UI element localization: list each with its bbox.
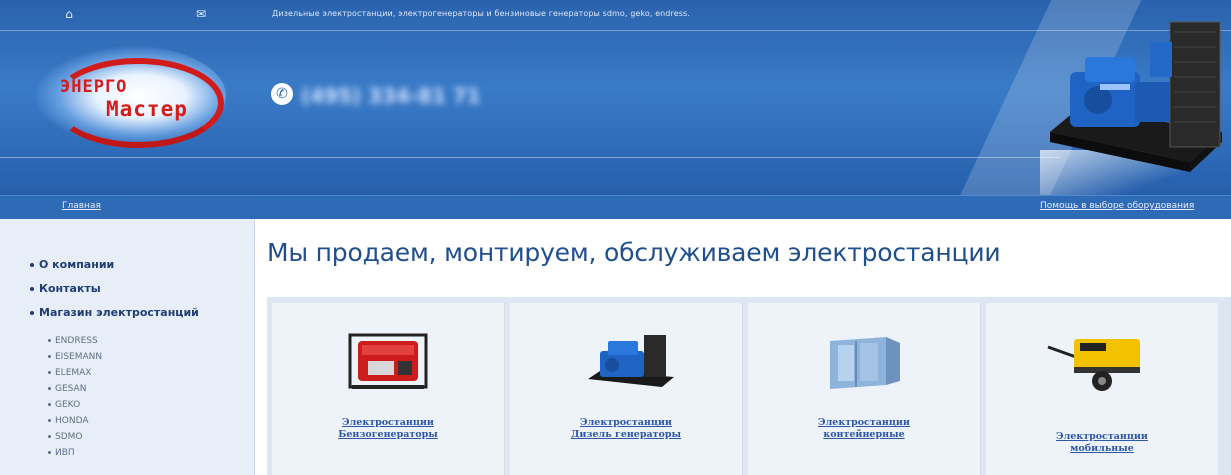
sidebar-item-about[interactable]: О компании bbox=[30, 258, 114, 271]
logo-text-master: Мастер bbox=[106, 97, 188, 121]
nav-bar: Главная Помощь в выборе оборудования bbox=[0, 195, 1231, 219]
category-link-container[interactable]: Электростанции контейнерные bbox=[748, 417, 980, 441]
site-tagline: Дизельные электростанции, электрогенерат… bbox=[272, 9, 690, 18]
category-link-mobile[interactable]: Электростанции мобильные bbox=[986, 431, 1218, 455]
logo-text-energo: ЭНЕРГО bbox=[60, 77, 128, 97]
container-station-image[interactable] bbox=[804, 327, 924, 395]
nav-help-link[interactable]: Помощь в выборе оборудования bbox=[1040, 201, 1194, 211]
category-link-petrol[interactable]: Электростанции Бензогенераторы bbox=[272, 417, 504, 441]
diesel-generator-image[interactable] bbox=[566, 327, 686, 395]
nav-home-link[interactable]: Главная bbox=[62, 201, 101, 211]
brand-item-endress[interactable]: ENDRESS bbox=[48, 336, 98, 346]
diesel-genset-image bbox=[1050, 21, 1222, 172]
mobile-generator-image[interactable] bbox=[1042, 327, 1162, 395]
page-title: Мы продаем, монтируем, обслуживаем элект… bbox=[267, 238, 1001, 267]
sidebar: О компании Контакты Магазин электростанц… bbox=[0, 219, 255, 475]
phone-icon: ✆ bbox=[271, 83, 293, 105]
mail-icon[interactable]: ✉ bbox=[192, 6, 210, 22]
brand-item-geko[interactable]: GEKO bbox=[48, 400, 80, 410]
category-card-petrol[interactable]: Электростанции Бензогенераторы bbox=[272, 303, 505, 475]
home-icon[interactable]: ⌂ bbox=[60, 6, 78, 22]
category-panels: Электростанции Бензогенераторы Электрост… bbox=[267, 297, 1231, 475]
sidebar-item-shop[interactable]: Магазин электростанций bbox=[30, 306, 199, 319]
category-card-diesel[interactable]: Электростанции Дизель генераторы bbox=[510, 303, 743, 475]
brand-item-eisemann[interactable]: EISEMANN bbox=[48, 352, 102, 362]
category-card-container[interactable]: Электростанции контейнерные bbox=[748, 303, 981, 475]
phone-number: (495) 334-81 71 bbox=[301, 84, 481, 108]
brand-item-gesan[interactable]: GESAN bbox=[48, 384, 86, 394]
brand-item-elemax[interactable]: ELEMAX bbox=[48, 368, 91, 378]
sidebar-item-contacts[interactable]: Контакты bbox=[30, 282, 101, 295]
category-link-diesel[interactable]: Электростанции Дизель генераторы bbox=[510, 417, 742, 441]
petrol-generator-image[interactable] bbox=[328, 327, 448, 395]
category-card-mobile[interactable]: Электростанции мобильные bbox=[986, 303, 1218, 475]
company-logo[interactable]: ЭНЕРГО Мастер bbox=[26, 40, 236, 152]
site-header: ⌂ ✉ Дизельные электростанции, электроген… bbox=[0, 0, 1231, 195]
brand-item-honda[interactable]: HONDA bbox=[48, 416, 89, 426]
brand-item-sdmo[interactable]: SDMO bbox=[48, 432, 83, 442]
brand-item-ivp[interactable]: ИВП bbox=[48, 448, 75, 458]
